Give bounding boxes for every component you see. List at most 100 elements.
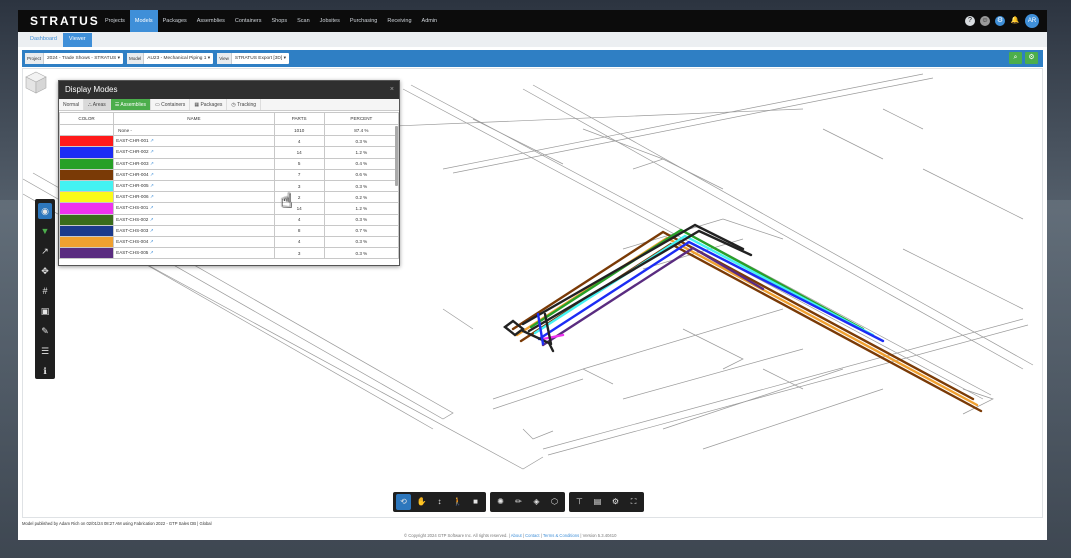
assembly-name[interactable]: None - xyxy=(113,123,275,137)
table-row[interactable]: EAST-CHS-004 ↗ 4 0.3 % xyxy=(58,235,400,249)
list-icon[interactable]: ☰ xyxy=(38,343,52,359)
color-swatch[interactable] xyxy=(58,247,115,260)
measure-icon[interactable]: ✏ xyxy=(511,494,526,510)
assembly-name[interactable]: EAST-CHS-001 ↗ xyxy=(113,202,275,215)
color-swatch[interactable] xyxy=(58,202,115,215)
assembly-name[interactable]: EAST-CHR-004 ↗ xyxy=(113,168,275,181)
view-select[interactable]: STRATUS Export [3D] ▾ xyxy=(232,53,289,64)
assembly-name[interactable]: EAST-CHR-001 ↗ xyxy=(113,135,275,148)
tab-assemblies[interactable]: ☰ Assemblies xyxy=(110,99,151,110)
assembly-name[interactable]: EAST-CHS-005 ↗ xyxy=(113,247,275,260)
brush-icon[interactable]: ✎ xyxy=(38,323,52,339)
assembly-name[interactable]: EAST-CHR-006 ↗ xyxy=(113,191,275,204)
info-icon[interactable]: ℹ xyxy=(38,363,52,379)
view-filter[interactable]: View STRATUS Export [3D] ▾ xyxy=(217,53,289,64)
project-filter[interactable]: Project 2024 - Trade Shows - STRATUS ▾ xyxy=(25,53,123,64)
profile-photo-icon[interactable]: ☺ xyxy=(980,16,990,26)
open-assembly-icon[interactable]: ↗ xyxy=(148,228,154,233)
section-icon[interactable]: ◈ xyxy=(529,494,544,510)
fullscreen-icon[interactable]: ⛶ xyxy=(626,494,641,510)
nav-projects[interactable]: Projects xyxy=(100,10,130,32)
open-assembly-icon[interactable]: ↗ xyxy=(149,183,154,188)
column-percent[interactable]: PERCENT xyxy=(323,112,400,125)
settings-button[interactable]: ⚙ xyxy=(1025,52,1038,64)
search-button[interactable]: ⌕ xyxy=(1009,52,1022,64)
external-link-icon[interactable]: ↗ xyxy=(38,243,52,259)
table-row[interactable]: EAST-CHR-004 ↗ 7 0.6 % xyxy=(58,168,400,181)
open-assembly-icon[interactable]: ↗ xyxy=(148,239,154,244)
assembly-name[interactable]: EAST-CHS-002 ↗ xyxy=(113,213,275,226)
close-icon[interactable]: × xyxy=(390,81,394,99)
nav-packages[interactable]: Packages xyxy=(158,10,192,32)
settings-gear-icon[interactable]: ⚙ xyxy=(608,494,623,510)
open-assembly-icon[interactable]: ↗ xyxy=(149,138,154,143)
column-color[interactable]: COLOR xyxy=(58,112,115,125)
settings-icon[interactable]: ⚙ xyxy=(995,16,1005,26)
color-swatch[interactable] xyxy=(58,146,115,159)
color-swatch[interactable] xyxy=(58,157,115,170)
nav-assemblies[interactable]: Assemblies xyxy=(192,10,230,32)
table-row[interactable]: EAST-CHR-002 ↗ 14 1.2 % xyxy=(58,146,400,159)
camera-icon[interactable]: ■ xyxy=(468,494,483,510)
terms-link[interactable]: Terms & Conditions xyxy=(543,533,579,538)
assembly-name[interactable]: EAST-CHS-004 ↗ xyxy=(113,235,275,249)
eye-icon[interactable]: ◉ xyxy=(38,203,52,219)
open-assembly-icon[interactable]: ↗ xyxy=(149,172,154,177)
color-swatch[interactable] xyxy=(58,123,115,137)
view-cube-icon[interactable] xyxy=(23,69,49,95)
panel-scrollbar[interactable] xyxy=(395,126,398,186)
color-swatch[interactable] xyxy=(58,224,115,237)
tab-areas[interactable]: ⛬ Areas xyxy=(84,99,111,110)
user-avatar[interactable]: AR xyxy=(1025,14,1039,28)
table-row[interactable]: None - 1010 87.4 % xyxy=(58,123,400,137)
open-assembly-icon[interactable]: ↗ xyxy=(148,217,154,222)
color-swatch[interactable] xyxy=(58,168,115,181)
column-parts[interactable]: PARTS xyxy=(273,112,325,125)
table-row[interactable]: EAST-CHS-003 ↗ 8 0.7 % xyxy=(58,224,400,237)
walk-icon[interactable]: 🚶 xyxy=(450,494,465,510)
nav-shops[interactable]: Shops xyxy=(267,10,293,32)
explode-icon[interactable]: ✺ xyxy=(493,494,508,510)
color-swatch[interactable] xyxy=(58,235,115,249)
table-row[interactable]: EAST-CHS-001 ↗ 14 1.2 % xyxy=(58,202,400,215)
move-icon[interactable]: ✥ xyxy=(38,263,52,279)
table-row[interactable]: EAST-CHR-006 ↗ 2 0.2 % xyxy=(58,191,400,204)
table-row[interactable]: EAST-CHS-002 ↗ 4 0.3 % xyxy=(58,213,400,226)
display-modes-header[interactable]: Display Modes × xyxy=(59,81,399,99)
open-assembly-icon[interactable]: ↗ xyxy=(149,161,154,166)
project-select[interactable]: 2024 - Trade Shows - STRATUS ▾ xyxy=(44,53,123,64)
table-row[interactable]: EAST-CHR-001 ↗ 4 0.3 % xyxy=(58,135,400,148)
filter-icon[interactable]: ▼ xyxy=(38,223,52,239)
color-swatch[interactable] xyxy=(58,135,115,148)
open-assembly-icon[interactable]: ↗ xyxy=(149,149,154,154)
tab-normal[interactable]: Normal xyxy=(59,99,85,110)
assembly-name[interactable]: EAST-CHR-005 ↗ xyxy=(113,179,275,193)
open-assembly-icon[interactable]: ↗ xyxy=(149,194,154,199)
zoom-icon[interactable]: ↕ xyxy=(432,494,447,510)
focus-icon[interactable]: ▣ xyxy=(38,303,52,319)
tab-dashboard[interactable]: Dashboard xyxy=(24,33,63,47)
nav-models[interactable]: Models xyxy=(129,10,158,32)
table-row[interactable]: EAST-CHR-005 ↗ 3 0.3 % xyxy=(58,179,400,193)
orbit-icon[interactable]: ⟲ xyxy=(396,494,411,510)
help-icon[interactable]: ? xyxy=(965,16,975,26)
tab-viewer[interactable]: Viewer xyxy=(62,33,92,47)
nav-scan[interactable]: Scan xyxy=(292,10,315,32)
properties-icon[interactable]: ▤ xyxy=(590,494,605,510)
nav-jobsites[interactable]: Jobsites xyxy=(315,10,345,32)
nav-receiving[interactable]: Receiving xyxy=(382,10,416,32)
open-assembly-icon[interactable]: ↗ xyxy=(148,205,154,210)
tab-tracking[interactable]: ◷ Tracking xyxy=(227,99,262,110)
color-swatch[interactable] xyxy=(58,179,115,193)
pan-hand-icon[interactable]: ✋ xyxy=(414,494,429,510)
model-select[interactable]: AU23 - Mechanical Piping 1 ▾ xyxy=(144,53,213,64)
about-link[interactable]: About xyxy=(511,533,522,538)
bell-icon[interactable]: 🔔 xyxy=(1010,16,1020,26)
tab-packages[interactable]: ▦ Packages xyxy=(190,99,228,110)
layers-icon[interactable]: ⬡ xyxy=(547,494,562,510)
color-swatch[interactable] xyxy=(58,191,115,204)
open-assembly-icon[interactable]: ↗ xyxy=(148,250,154,255)
hierarchy-icon[interactable]: ⊤ xyxy=(572,494,587,510)
nav-containers[interactable]: Containers xyxy=(230,10,267,32)
nav-purchasing[interactable]: Purchasing xyxy=(345,10,383,32)
